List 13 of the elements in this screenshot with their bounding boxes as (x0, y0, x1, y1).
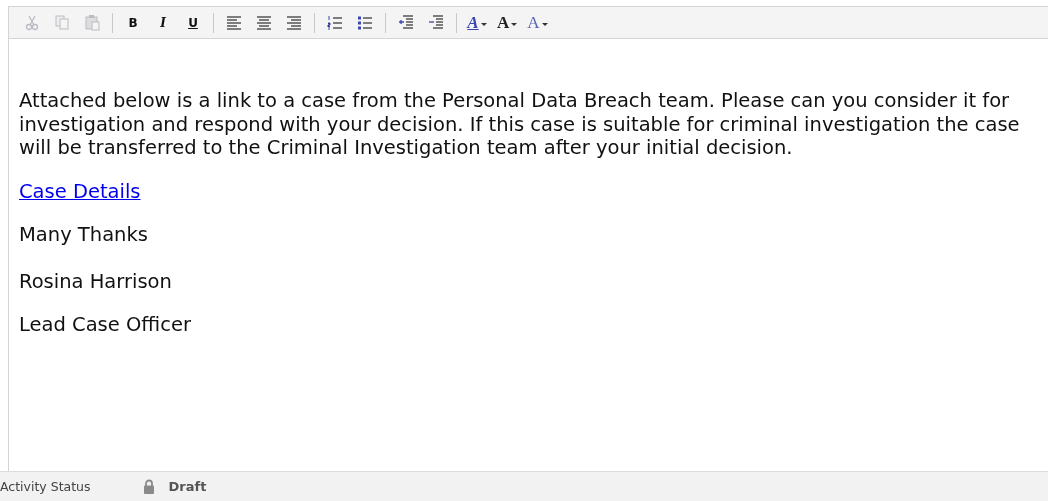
status-value: Draft (168, 479, 207, 494)
status-label: Activity Status (0, 479, 91, 494)
bold-button[interactable]: B (123, 11, 143, 34)
highlight-button[interactable]: A (467, 11, 487, 34)
font-size-button[interactable]: A (497, 11, 518, 34)
text-paragraph: Many Thanks (19, 223, 149, 247)
case-link[interactable]: Case Details (19, 179, 141, 203)
italic-button[interactable]: I (153, 11, 173, 34)
underline-button[interactable]: U (183, 11, 203, 34)
text-paragraph: Lead Case Officer (19, 313, 192, 337)
text-paragraph: Rosina Harrison (19, 269, 173, 293)
text-paragraph: Attached below is a link to a case from the Personal Data Breach team. Please can you consider it for investigation and respond with your decision. If this case is suitable for criminal investigation the case will be transferred to the Criminal Investigation team after your initial decision. (19, 89, 1021, 160)
font-color-button[interactable]: A (527, 11, 548, 34)
